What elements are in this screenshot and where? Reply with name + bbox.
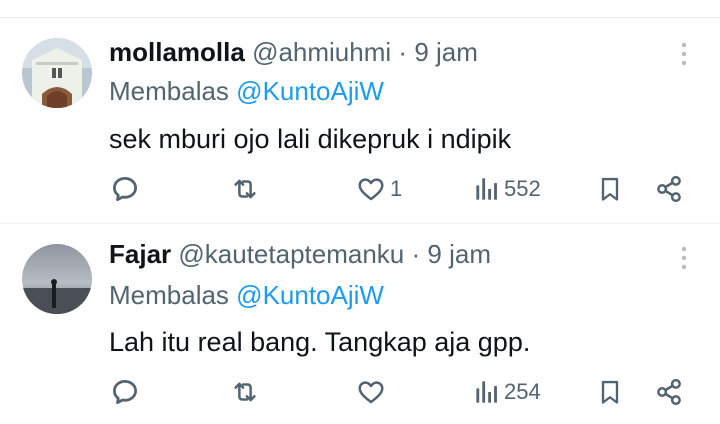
separator-dot: · [411, 239, 421, 269]
share-icon [657, 175, 681, 203]
reply-button[interactable] [110, 375, 144, 409]
share-button[interactable] [654, 172, 684, 206]
reply-icon [113, 380, 137, 404]
like-button[interactable] [356, 375, 390, 409]
retweet-button[interactable] [230, 375, 264, 409]
reply-mention-link[interactable]: @KuntoAjiW [236, 76, 384, 106]
views-icon [476, 178, 497, 200]
timestamp[interactable]: 9 jam [414, 37, 478, 67]
reply-prefix: Membalas [109, 280, 229, 310]
view-count: 254 [504, 379, 541, 404]
separator-dot: · [398, 37, 408, 67]
bookmark-icon [601, 177, 619, 201]
tweet-1[interactable]: mollamolla @ahmiuhmi · 9 jam Membalas @K… [0, 18, 720, 223]
more-icon [681, 42, 687, 66]
display-name[interactable]: mollamolla [109, 37, 245, 67]
like-count: 1 [390, 176, 403, 201]
more-options-button[interactable] [674, 244, 694, 272]
more-icon [681, 246, 687, 270]
share-button[interactable] [654, 375, 684, 409]
avatar[interactable] [22, 244, 92, 314]
like-button[interactable]: 1 [356, 172, 402, 206]
tweet-header: Fajar @kautetaptemanku · 9 jam [109, 238, 491, 270]
bookmark-button[interactable] [596, 375, 624, 409]
bookmark-icon [601, 380, 619, 404]
tweet-text: sek mburi ojo lali dikepruk i ndipik [109, 124, 512, 154]
reply-context: Membalas @KuntoAjiW [109, 279, 384, 311]
more-options-button[interactable] [674, 40, 694, 68]
retweet-button[interactable] [230, 172, 264, 206]
reply-button[interactable] [110, 172, 144, 206]
bookmark-button[interactable] [596, 172, 624, 206]
timestamp[interactable]: 9 jam [427, 239, 491, 269]
tweet-text: Lah itu real bang. Tangkap aja gpp. [109, 327, 531, 357]
user-handle[interactable]: @ahmiuhmi [252, 37, 391, 67]
share-icon [657, 378, 681, 406]
avatar[interactable] [22, 38, 92, 108]
views-button[interactable]: 552 [474, 172, 541, 206]
retweet-icon [234, 179, 256, 199]
reply-prefix: Membalas [109, 76, 229, 106]
reply-icon [113, 177, 137, 201]
tweet-2[interactable]: Fajar @kautetaptemanku · 9 jam Membalas … [0, 224, 720, 424]
views-button[interactable]: 254 [474, 375, 541, 409]
reply-mention-link[interactable]: @KuntoAjiW [236, 280, 384, 310]
retweet-icon [234, 382, 256, 402]
like-icon [358, 381, 384, 404]
view-count: 552 [504, 176, 541, 201]
display-name[interactable]: Fajar [109, 239, 171, 269]
reply-context: Membalas @KuntoAjiW [109, 75, 384, 107]
tweet-header: mollamolla @ahmiuhmi · 9 jam [109, 36, 478, 68]
views-icon [476, 381, 497, 403]
user-handle[interactable]: @kautetaptemanku [178, 239, 404, 269]
like-icon [358, 178, 384, 201]
